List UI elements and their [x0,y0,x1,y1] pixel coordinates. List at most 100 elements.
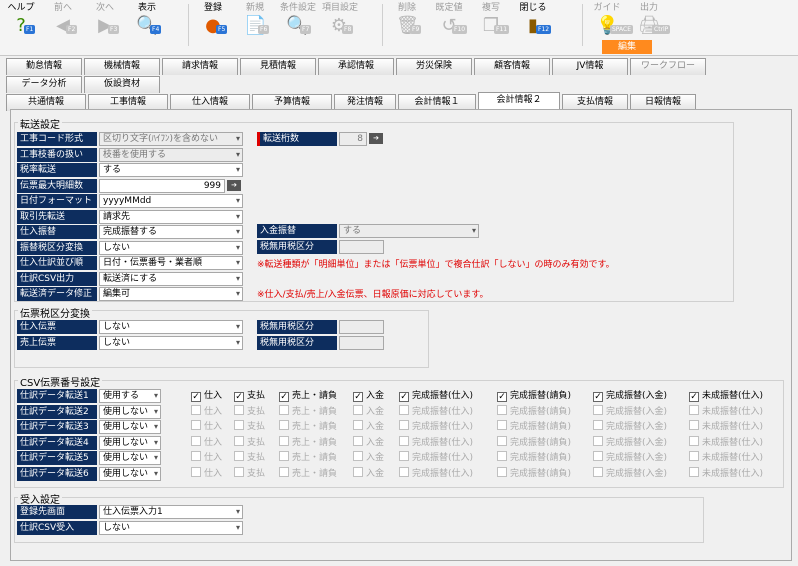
tab-tabs_row1-0[interactable]: 勤怠情報 [6,58,82,75]
checkbox-1[interactable]: 支払 [234,404,265,419]
tab-tabs_row1-7[interactable]: JV情報 [552,58,628,75]
checkbox-1[interactable]: 支払 [234,435,265,450]
tab-tabs_row1-2[interactable]: 請求情報 [162,58,238,75]
checkbox-5[interactable]: ✓ 完成振替(請負) [497,389,571,403]
tax-exempt-input[interactable] [339,320,384,334]
checkbox-2[interactable]: 売上・請負 [279,466,337,481]
field-select[interactable]: する ▾ [99,163,243,177]
checkbox-1[interactable]: 支払 [234,420,265,434]
toolbar-button-3[interactable]: 表示 🔍 F4 [130,2,164,52]
checkbox-7[interactable]: 未成振替(仕入) [689,404,763,419]
checkbox-5[interactable]: 完成振替(請負) [497,420,571,434]
checkbox-4[interactable]: 完成振替(仕入) [399,420,473,434]
tab-tabs_row1-4[interactable]: 承認情報 [318,58,394,75]
field-select[interactable]: 区切り文字(ﾊｲﾌﾝ)を含めない ▾ [99,132,243,146]
toolbar-button-8[interactable]: 削除 🗑 F9 [390,2,424,52]
checkbox-1[interactable]: 支払 [234,451,265,465]
field-select[interactable]: 使用しない ▾ [99,466,161,481]
checkbox-4[interactable]: 完成振替(仕入) [399,451,473,465]
checkbox-3[interactable]: 入金 [353,404,384,419]
checkbox-0[interactable]: ✓ 仕入 [191,389,222,403]
checkbox-2[interactable]: 売上・請負 [279,451,337,465]
checkbox-4[interactable]: 完成振替(仕入) [399,404,473,419]
checkbox-3[interactable]: 入金 [353,435,384,450]
checkbox-1[interactable]: 支払 [234,466,265,481]
checkbox-1[interactable]: ✓ 支払 [234,389,265,403]
toolbar-button-10[interactable]: 複写 ❐ F11 [474,2,510,52]
toolbar-button-11[interactable]: 閉じる ▮ F12 [516,2,552,52]
checkbox-5[interactable]: 完成振替(請負) [497,466,571,481]
toolbar-button-7[interactable]: 項目設定 ⚙ F8 [322,2,358,52]
toolbar-button-0[interactable]: ヘルプ? F1 [4,2,38,52]
checkbox-0[interactable]: 仕入 [191,466,222,481]
field-select[interactable]: 枝番を使用する ▾ [99,147,243,162]
tab-tabs_row1-8[interactable]: ワークフロー [630,58,706,75]
field-select[interactable]: しない ▾ [99,336,243,350]
checkbox-3[interactable]: ✓ 入金 [353,389,384,403]
tab-tabs_row1-5[interactable]: 労災保険 [396,58,472,75]
checkbox-0[interactable]: 仕入 [191,435,222,450]
checkbox-2[interactable]: 売上・請負 [279,420,337,434]
tab-tabs_row2-0[interactable]: データ分析 [6,76,82,93]
checkbox-4[interactable]: ✓ 完成振替(仕入) [399,389,473,403]
field-select[interactable]: 転送済にする ▾ [99,271,243,286]
checkbox-7[interactable]: 未成振替(仕入) [689,451,763,465]
number-input[interactable]: 999 [99,178,225,193]
transfer-digits-spin-icon[interactable]: ➔ [369,133,383,144]
checkbox-4[interactable]: 完成振替(仕入) [399,435,473,450]
toolbar-button-2[interactable]: 次へ ▶ F3 [88,2,122,52]
tax-exempt-input[interactable] [339,240,384,254]
field-select[interactable]: 仕入伝票入力1 ▾ [99,505,243,519]
checkbox-4[interactable]: 完成振替(仕入) [399,466,473,481]
checkbox-6[interactable]: 完成振替(入金) [593,435,667,450]
checkbox-0[interactable]: 仕入 [191,451,222,465]
tab-tabs_row2-1[interactable]: 仮設資材 [84,76,160,93]
checkbox-3[interactable]: 入金 [353,420,384,434]
tab-tabs_row1-6[interactable]: 顧客情報 [474,58,550,75]
checkbox-3[interactable]: 入金 [353,466,384,481]
field-select[interactable]: 使用する ▾ [99,389,161,403]
deposit-transfer-select[interactable]: する ▾ [339,224,479,238]
checkbox-2[interactable]: 売上・請負 [279,435,337,450]
toolbar-button-9[interactable]: 既定値 ↺ F10 [432,2,468,52]
field-select[interactable]: 使用しない ▾ [99,420,161,434]
tab-tabs_row1-3[interactable]: 見積情報 [240,58,316,75]
checkbox-2[interactable]: 売上・請負 [279,404,338,419]
field-select[interactable]: 使用しない ▾ [99,404,161,419]
checkbox-2[interactable]: ✓ 売上・請負 [279,389,337,403]
field-select[interactable]: yyyyMMdd ▾ [99,194,243,208]
checkbox-7[interactable]: 未成振替(仕入) [689,435,763,450]
toolbar-button-6[interactable]: 条件設定 🔍 F7 [280,2,316,52]
field-select[interactable]: しない ▾ [99,320,243,334]
tax-exempt-input[interactable] [339,336,384,350]
field-select[interactable]: しない ▾ [99,521,243,535]
spin-arrow-icon[interactable]: ➔ [227,179,241,191]
checkbox-6[interactable]: 完成振替(入金) [593,404,667,419]
checkbox-0[interactable]: 仕入 [191,420,222,434]
checkbox-6[interactable]: ✓ 完成振替(入金) [593,389,667,403]
field-select[interactable]: 完成振替する ▾ [99,225,243,239]
checkbox-7[interactable]: ✓ 未成振替(仕入) [689,389,763,403]
field-select[interactable]: 使用しない ▾ [99,451,161,465]
toolbar-button-1[interactable]: 前へ ◀ F2 [46,2,80,52]
field-select[interactable]: しない ▾ [99,240,243,255]
checkbox-7[interactable]: 未成振替(仕入) [689,466,763,481]
checkbox-6[interactable]: 完成振替(入金) [593,466,667,481]
field-select[interactable]: 日付・伝票番号・業者順 ▾ [99,256,243,270]
tab-tabs_row1-1[interactable]: 機械情報 [84,58,160,75]
checkbox-6[interactable]: 完成振替(入金) [593,420,667,434]
checkbox-6[interactable]: 完成振替(入金) [593,451,667,465]
field-select[interactable]: 請求先 ▾ [99,209,243,224]
checkbox-5[interactable]: 完成振替(請負) [497,435,571,450]
checkbox-7[interactable]: 未成振替(仕入) [689,420,763,434]
checkbox-0[interactable]: 仕入 [191,404,222,419]
checkbox-5[interactable]: 完成振替(請負) [497,451,571,465]
toolbar-button-4[interactable]: 登録 ● F5 [196,2,230,52]
checkbox-label: 売上・請負 [292,406,338,417]
field-select[interactable]: 使用しない ▾ [99,435,161,450]
field-select[interactable]: 編集可 ▾ [99,287,243,301]
checkbox-3[interactable]: 入金 [353,451,384,465]
checkbox-5[interactable]: 完成振替(請負) [497,404,571,419]
transfer-digits-input[interactable]: 8 [339,132,367,146]
toolbar-button-5[interactable]: 新規 📄 F6 [238,2,272,52]
